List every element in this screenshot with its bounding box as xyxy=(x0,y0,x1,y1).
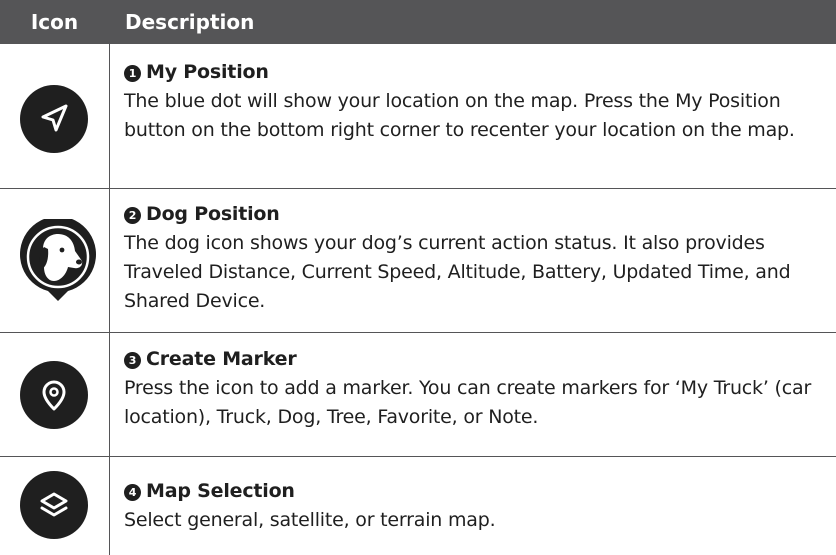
row-description-text: Select general, satellite, or terrain ma… xyxy=(124,509,496,531)
description-column-header: Description xyxy=(125,10,255,34)
dog-pin-icon xyxy=(18,219,98,303)
row-title-text: Dog Position xyxy=(146,203,280,225)
layers-icon xyxy=(19,470,89,540)
row-title-text: Create Marker xyxy=(146,348,297,370)
row-number-badge: 2 xyxy=(124,207,141,224)
description-cell: 4 Map Selection Select general, satellite… xyxy=(124,477,828,535)
row-description-text: The dog icon shows your dog’s current ac… xyxy=(124,232,791,312)
table-row-dog-position: 2 Dog Position The dog icon shows your do… xyxy=(0,189,836,332)
row-number-badge: 4 xyxy=(124,484,141,501)
row-title-text: My Position xyxy=(146,61,269,83)
row-number-badge: 1 xyxy=(124,65,141,82)
table-header: Icon Description xyxy=(0,0,836,44)
row-description-text: Press the icon to add a marker. You can … xyxy=(124,377,812,428)
table-row-my-position: 1 My Position The blue dot will show your… xyxy=(0,44,836,188)
description-cell: 2 Dog Position The dog icon shows your do… xyxy=(124,200,828,316)
location-pin-icon xyxy=(19,360,89,430)
icon-cell xyxy=(0,457,109,555)
row-title: 4 Map Selection xyxy=(124,477,828,506)
row-title: 2 Dog Position xyxy=(124,200,828,229)
icon-cell xyxy=(0,189,109,332)
icon-cell xyxy=(0,44,109,188)
row-description-text: The blue dot will show your location on … xyxy=(124,90,795,141)
row-title: 1 My Position xyxy=(124,58,828,87)
table-row-map-selection: 4 Map Selection Select general, satellite… xyxy=(0,457,836,555)
icon-column-header: Icon xyxy=(30,10,79,34)
row-title-text: Map Selection xyxy=(146,480,295,502)
table-row-create-marker: 3 Create Marker Press the icon to add a m… xyxy=(0,333,836,456)
row-title: 3 Create Marker xyxy=(124,345,828,374)
description-cell: 3 Create Marker Press the icon to add a m… xyxy=(124,345,828,432)
description-cell: 1 My Position The blue dot will show your… xyxy=(124,58,828,145)
icon-description-table: Icon Description 1 My Position The blue d… xyxy=(0,0,836,555)
icon-cell xyxy=(0,333,109,456)
row-number-badge: 3 xyxy=(124,352,141,369)
navigation-arrow-icon xyxy=(19,84,89,154)
